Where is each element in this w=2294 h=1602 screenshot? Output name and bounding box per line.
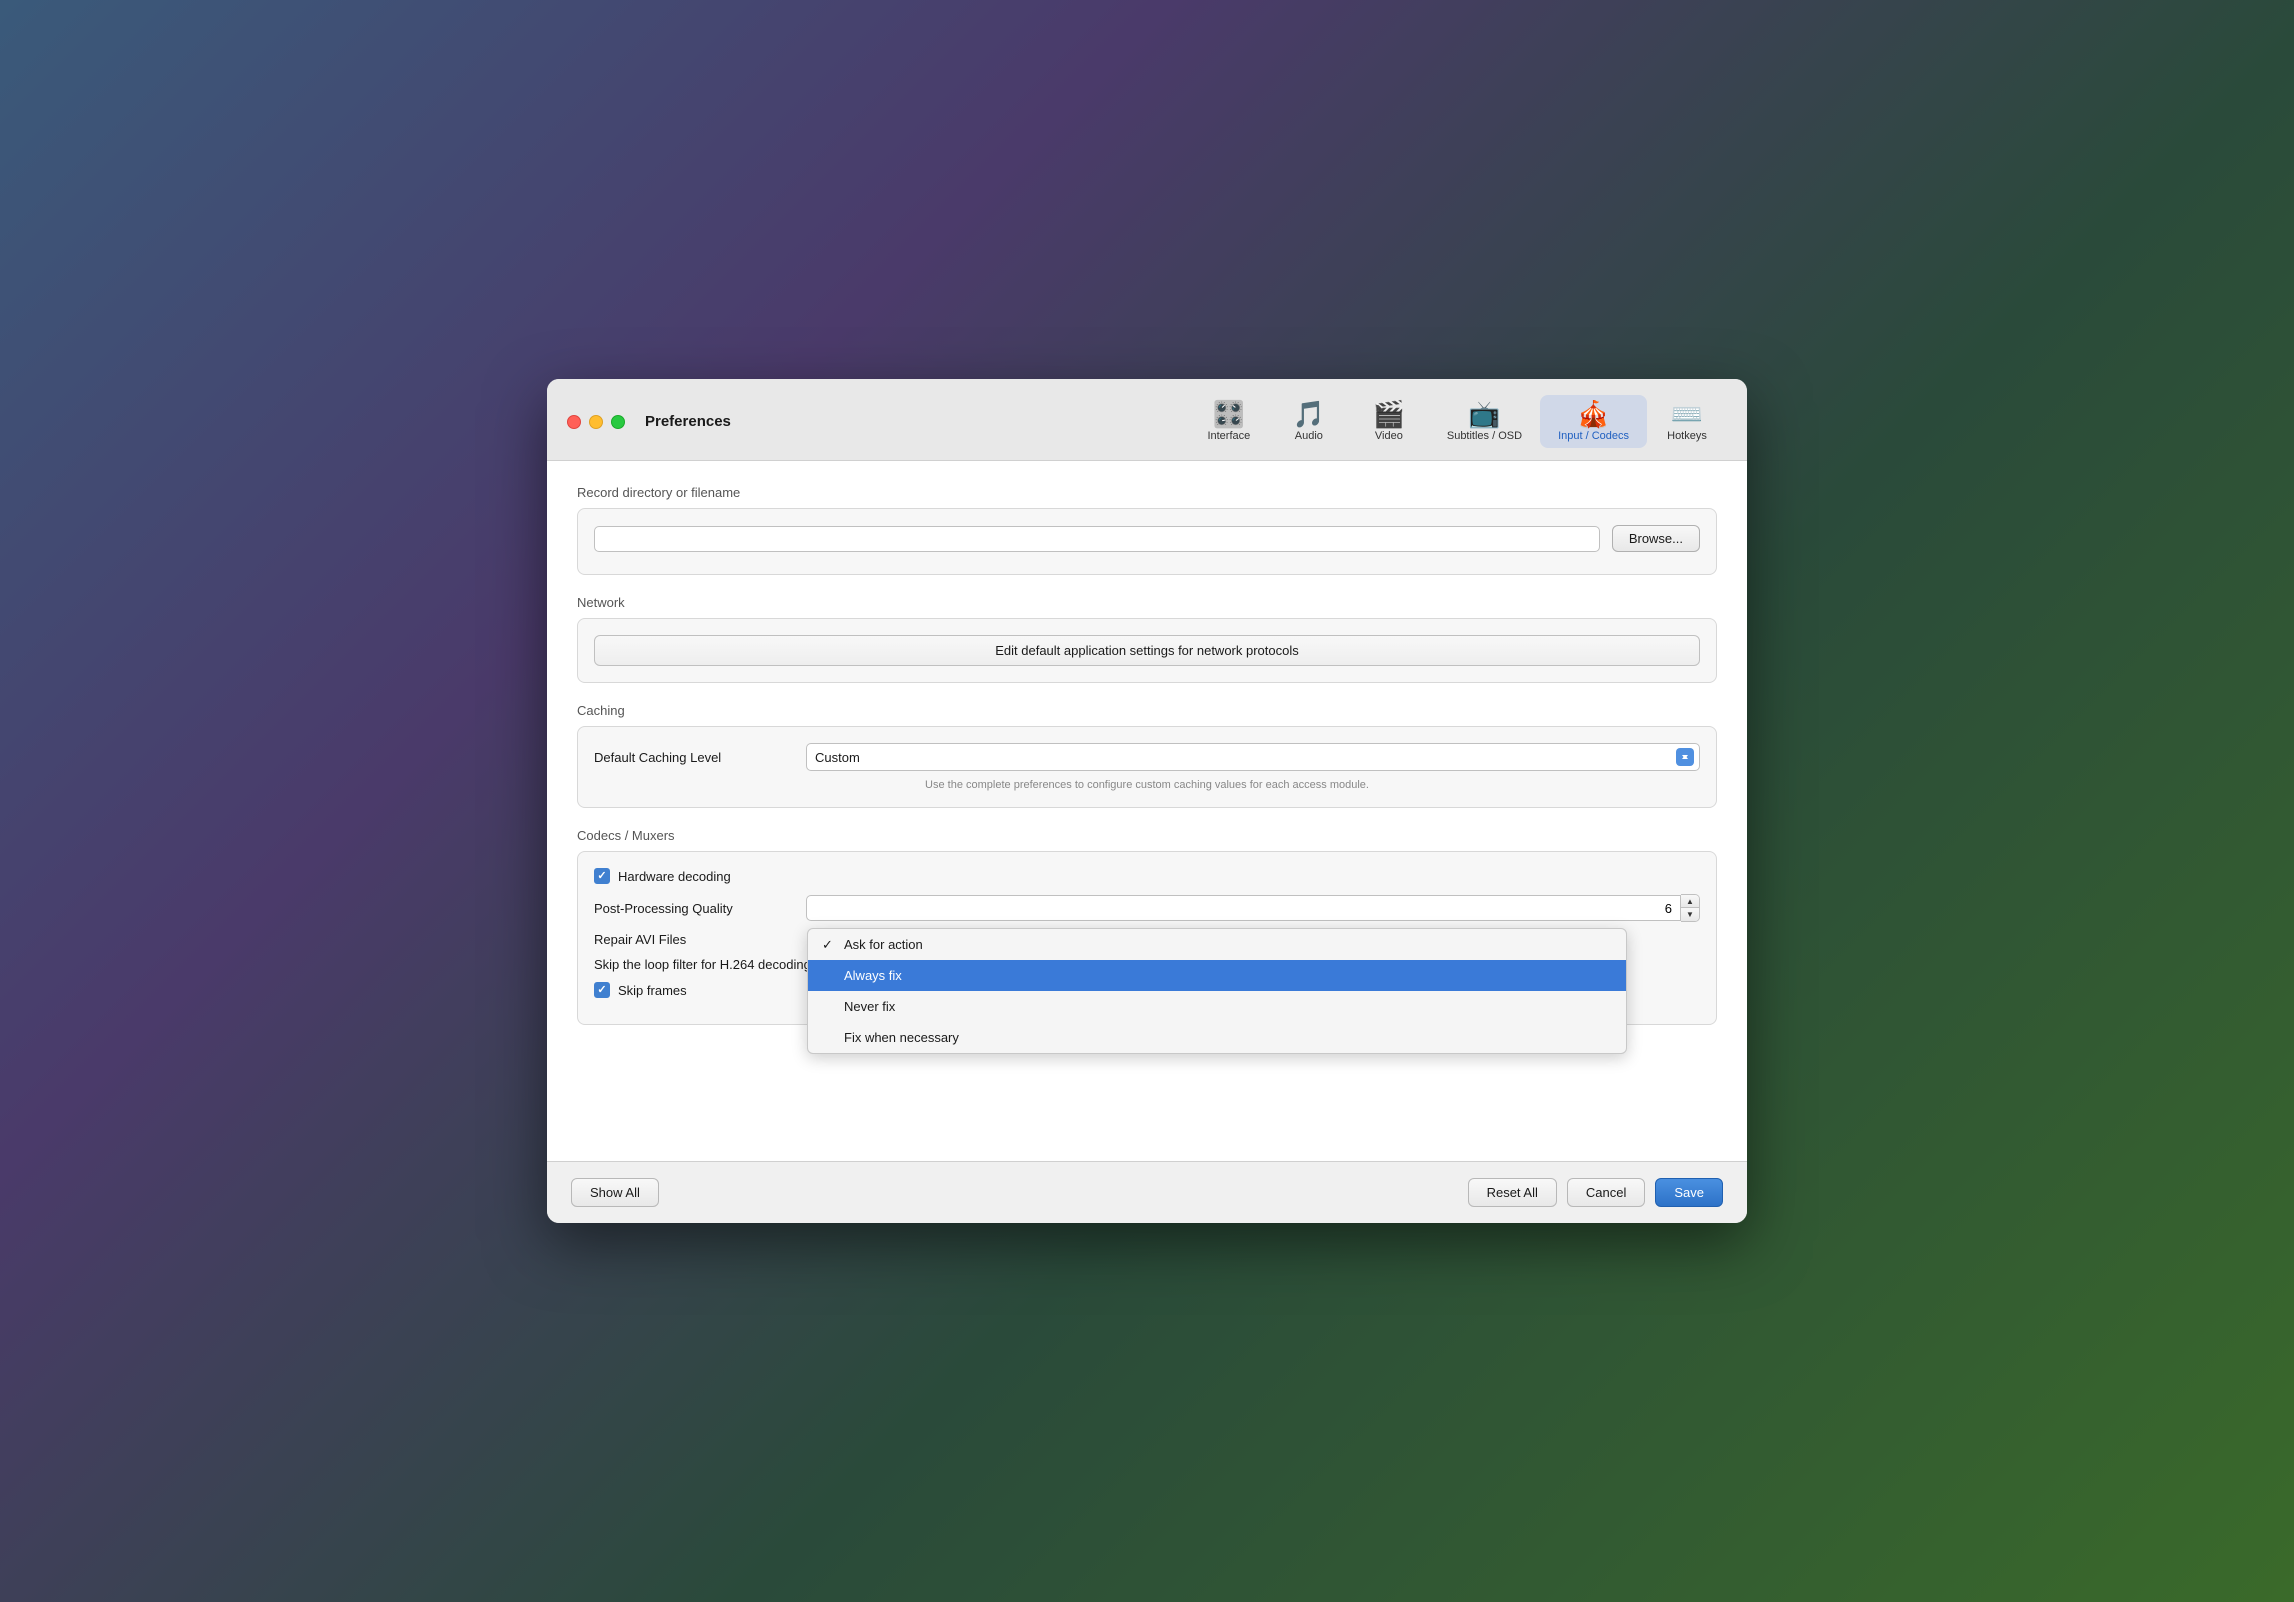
preferences-window: Preferences 🎛️ Interface 🎵 Audio 🎬 Video… xyxy=(547,379,1747,1223)
dropdown-item-always[interactable]: Always fix xyxy=(808,960,1626,991)
hardware-decoding-checkbox[interactable]: ✓ xyxy=(594,868,610,884)
show-all-button[interactable]: Show All xyxy=(571,1178,659,1207)
hardware-decoding-label: Hardware decoding xyxy=(618,869,731,884)
stepper-up-button[interactable]: ▲ xyxy=(1681,895,1699,908)
dropdown-item-ask[interactable]: Ask for action xyxy=(808,929,1626,960)
audio-icon: 🎵 xyxy=(1293,401,1325,427)
subtitles-icon: 📺 xyxy=(1468,401,1500,427)
repair-avi-row: Repair AVI Files Ask for action Always f… xyxy=(594,932,1700,947)
dropdown-item-always-label: Always fix xyxy=(844,968,902,983)
main-content: Record directory or filename Browse... N… xyxy=(547,461,1747,1161)
caching-field-row: Default Caching Level Custom Lowest late… xyxy=(594,743,1700,771)
dropdown-item-fix-necessary[interactable]: Fix when necessary xyxy=(808,1022,1626,1053)
network-settings-button[interactable]: Edit default application settings for ne… xyxy=(594,635,1700,666)
input-codecs-icon: 🎪 xyxy=(1577,401,1609,427)
skip-frames-checkmark: ✓ xyxy=(597,985,606,996)
subtitles-label: Subtitles / OSD xyxy=(1447,430,1522,442)
record-input[interactable] xyxy=(594,526,1600,552)
caching-select-wrapper: Custom Lowest latency Low latency Normal… xyxy=(806,743,1700,771)
caching-label: Caching xyxy=(577,703,1717,718)
window-title: Preferences xyxy=(645,413,1189,430)
cancel-button[interactable]: Cancel xyxy=(1567,1178,1645,1207)
caching-select[interactable]: Custom Lowest latency Low latency Normal… xyxy=(806,743,1700,771)
stepper-down-button[interactable]: ▼ xyxy=(1681,908,1699,921)
save-button[interactable]: Save xyxy=(1655,1178,1723,1207)
dropdown-item-never-label: Never fix xyxy=(844,999,895,1014)
input-codecs-label: Input / Codecs xyxy=(1558,430,1629,442)
toolbar-item-video[interactable]: 🎬 Video xyxy=(1349,395,1429,448)
reset-all-button[interactable]: Reset All xyxy=(1468,1178,1557,1207)
titlebar: Preferences 🎛️ Interface 🎵 Audio 🎬 Video… xyxy=(547,379,1747,461)
caching-hint: Use the complete preferences to configur… xyxy=(594,779,1700,791)
record-box: Browse... xyxy=(577,508,1717,575)
video-label: Video xyxy=(1375,430,1403,442)
skip-frames-label: Skip frames xyxy=(618,983,687,998)
dropdown-item-fix-necessary-label: Fix when necessary xyxy=(844,1030,959,1045)
hotkeys-icon: ⌨️ xyxy=(1671,401,1703,427)
caching-box: Default Caching Level Custom Lowest late… xyxy=(577,726,1717,808)
toolbar-item-input-codecs[interactable]: 🎪 Input / Codecs xyxy=(1540,395,1647,448)
skip-loop-label: Skip the loop filter for H.264 decoding xyxy=(594,957,811,972)
close-button[interactable] xyxy=(567,415,581,429)
toolbar-item-subtitles[interactable]: 📺 Subtitles / OSD xyxy=(1429,395,1540,448)
toolbar-item-hotkeys[interactable]: ⌨️ Hotkeys xyxy=(1647,395,1727,448)
dropdown-item-never[interactable]: Never fix xyxy=(808,991,1626,1022)
hotkeys-label: Hotkeys xyxy=(1667,430,1707,442)
hardware-decoding-row: ✓ Hardware decoding xyxy=(594,868,1700,884)
footer-left: Show All xyxy=(571,1178,659,1207)
codecs-section: Codecs / Muxers ✓ Hardware decoding Post… xyxy=(577,828,1717,1025)
browse-button[interactable]: Browse... xyxy=(1612,525,1700,552)
audio-label: Audio xyxy=(1295,430,1323,442)
network-label: Network xyxy=(577,595,1717,610)
post-processing-stepper: ▲ ▼ xyxy=(806,894,1700,922)
footer: Show All Reset All Cancel Save xyxy=(547,1161,1747,1223)
toolbar-item-audio[interactable]: 🎵 Audio xyxy=(1269,395,1349,448)
codecs-label: Codecs / Muxers xyxy=(577,828,1717,843)
record-label: Record directory or filename xyxy=(577,485,1717,500)
traffic-lights xyxy=(567,415,625,429)
video-icon: 🎬 xyxy=(1373,401,1405,427)
repair-avi-label: Repair AVI Files xyxy=(594,932,794,947)
interface-icon: 🎛️ xyxy=(1213,401,1245,427)
codecs-box: ✓ Hardware decoding Post-Processing Qual… xyxy=(577,851,1717,1025)
caching-section: Caching Default Caching Level Custom Low… xyxy=(577,703,1717,808)
record-section: Record directory or filename Browse... xyxy=(577,485,1717,575)
post-processing-input[interactable] xyxy=(806,895,1681,921)
maximize-button[interactable] xyxy=(611,415,625,429)
toolbar-item-interface[interactable]: 🎛️ Interface xyxy=(1189,395,1269,448)
network-box: Edit default application settings for ne… xyxy=(577,618,1717,683)
minimize-button[interactable] xyxy=(589,415,603,429)
toolbar: 🎛️ Interface 🎵 Audio 🎬 Video 📺 Subtitles… xyxy=(1189,395,1727,448)
post-processing-label: Post-Processing Quality xyxy=(594,901,794,916)
caching-field-label: Default Caching Level xyxy=(594,750,794,765)
post-processing-row: Post-Processing Quality ▲ ▼ xyxy=(594,894,1700,922)
dropdown-item-ask-label: Ask for action xyxy=(844,937,923,952)
stepper-buttons: ▲ ▼ xyxy=(1681,894,1700,922)
record-field-row: Browse... xyxy=(594,525,1700,552)
network-section: Network Edit default application setting… xyxy=(577,595,1717,683)
checkmark-icon: ✓ xyxy=(597,871,606,882)
skip-frames-checkbox[interactable]: ✓ xyxy=(594,982,610,998)
repair-avi-dropdown: Ask for action Always fix Never fix Fix … xyxy=(807,928,1627,1054)
footer-right: Reset All Cancel Save xyxy=(1468,1178,1723,1207)
interface-label: Interface xyxy=(1207,430,1250,442)
